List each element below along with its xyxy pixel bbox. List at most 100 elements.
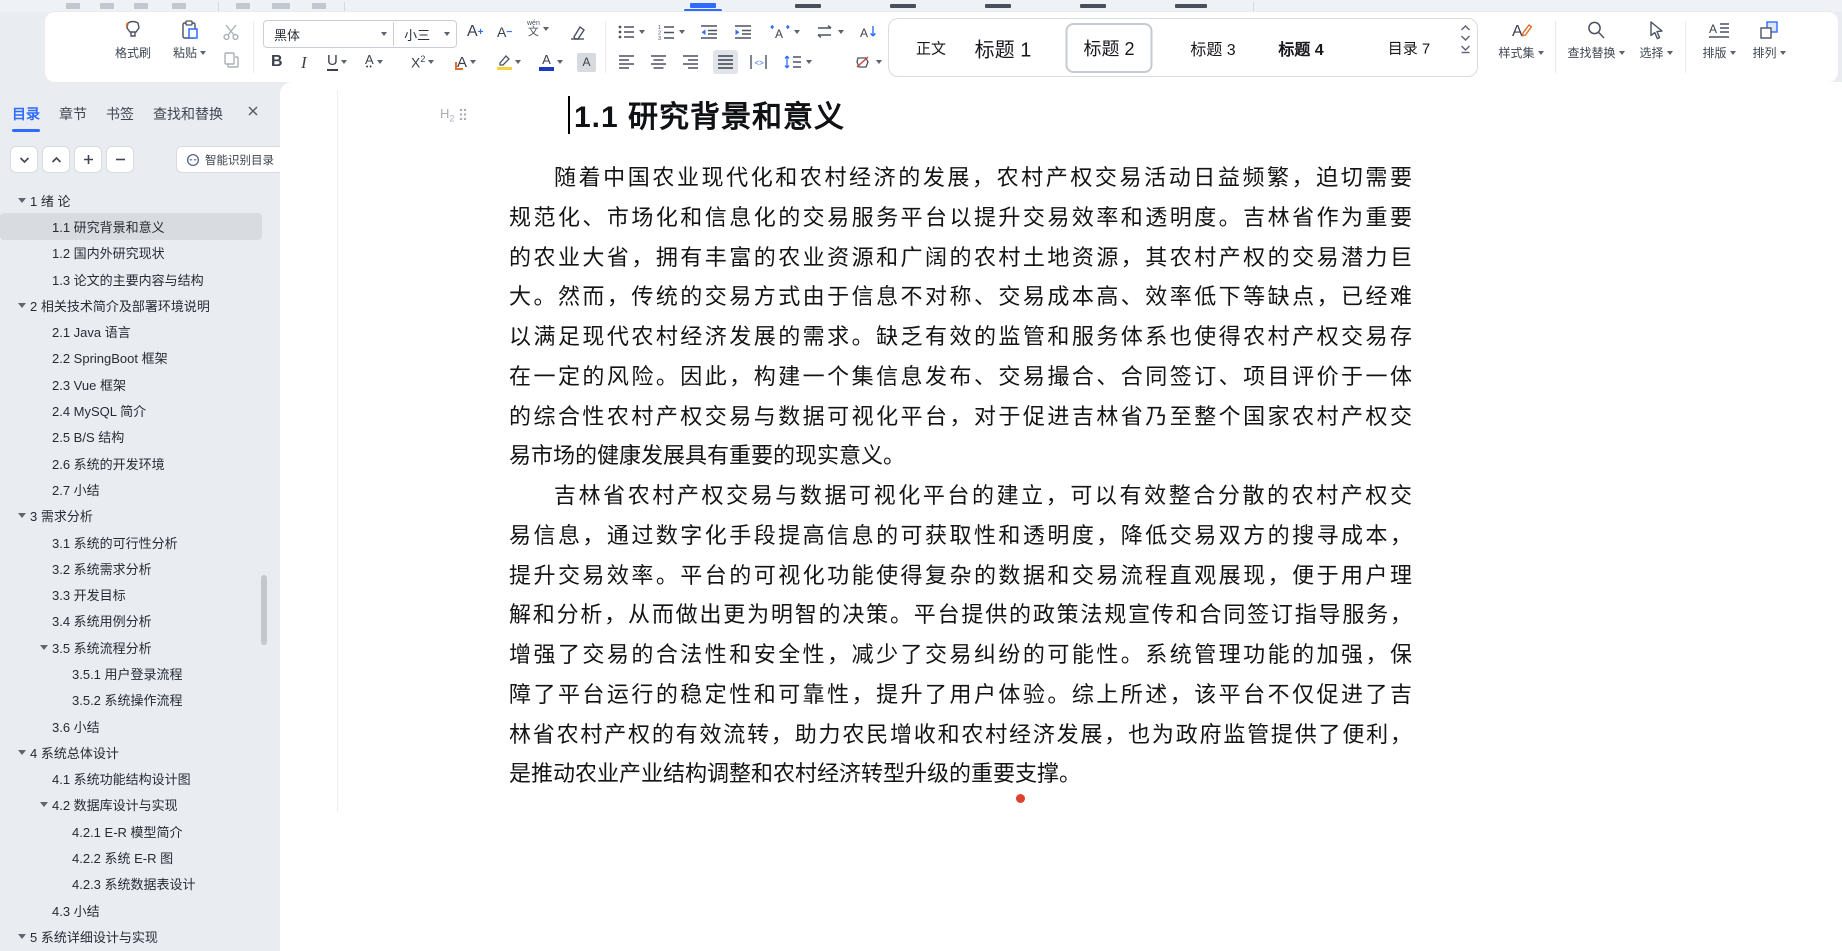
doc-line[interactable]: 在一定的风险。因此，构建一个集信息发布、交易撮合、合同签订、项目评价于一体 — [509, 357, 1412, 397]
doc-line[interactable]: 障了平台运行的稳定性和可靠性，提升了用户体验。综上所述，该平台不仅促进了吉 — [509, 675, 1412, 715]
toc-item[interactable]: 1.1 研究背景和意义 — [0, 213, 262, 240]
format-painter-button[interactable]: 格式刷 — [115, 19, 151, 61]
toc-zoom-in-button[interactable] — [74, 146, 102, 173]
toc-item[interactable]: 3.5.2 系统操作流程 — [0, 687, 272, 713]
ribbon-tab-clipped[interactable] — [1080, 4, 1106, 8]
toc-item[interactable]: 3.4 系统用例分析 — [0, 608, 272, 634]
toc-item[interactable]: 3.3 开发目标 — [0, 581, 272, 607]
decrease-indent-button[interactable] — [699, 20, 719, 44]
sidebar-close-button[interactable] — [244, 102, 262, 120]
toc-item[interactable]: 4.1 系统功能结构设计图 — [0, 766, 272, 792]
document-canvas[interactable]: H2 1.1 研究背景和意义 随着中国农业现代化和农村经济的发展，农村产权交易活… — [280, 82, 1842, 951]
doc-line[interactable]: 规范化、市场化和信息化的交易服务平台以提升交易效率和透明度。吉林省作为重要 — [509, 198, 1412, 238]
document-heading[interactable]: 1.1 研究背景和意义 — [574, 92, 845, 136]
doc-line[interactable]: 大。然而，传统的交易方式由于信息不对称、交易成本高、效率低下等缺点，已经难 — [509, 277, 1412, 317]
text-sort-button[interactable]: A — [859, 20, 879, 44]
toc-item[interactable]: 3.5 系统流程分析 — [0, 634, 272, 660]
sidebar-tab[interactable]: 章节 — [59, 104, 87, 124]
toc-item[interactable]: 5 系统详细设计与实现 — [0, 923, 272, 949]
doc-line[interactable]: 的农业大省，拥有丰富的农业资源和广阔的农村土地资源，其农村产权的交易潜力巨 — [509, 238, 1412, 278]
sidebar-tab[interactable]: 查找和替换 — [153, 104, 223, 124]
find-replace-button[interactable]: 查找替换 — [1563, 19, 1629, 61]
collapse-triangle-icon[interactable] — [14, 513, 30, 519]
chevron-down-icon[interactable] — [444, 32, 450, 36]
style-gallery-item[interactable]: 正文 — [916, 37, 946, 58]
style-gallery-item[interactable]: 目录 7 — [1388, 37, 1431, 58]
text-effects-button[interactable]: A — [455, 50, 477, 74]
italic-button[interactable]: I — [301, 50, 307, 74]
toc-item[interactable]: 4 系统总体设计 — [0, 739, 272, 765]
emphasis-dots-button[interactable]: A •• — [365, 50, 383, 74]
gallery-scroll-down-icon[interactable] — [1460, 34, 1471, 42]
toc-item[interactable]: 3.1 系统的可行性分析 — [0, 529, 272, 555]
gallery-expand-icon[interactable] — [1460, 44, 1471, 55]
doc-line[interactable]: 增强了交易的合法性和安全性，减少了交易纠纷的可能性。系统管理功能的加强，保 — [509, 635, 1412, 675]
superscript-button[interactable]: X2 — [411, 50, 435, 74]
toc-expand-all-button[interactable] — [10, 146, 38, 173]
toc-item[interactable]: 4.2 数据库设计与实现 — [0, 792, 272, 818]
toc-item[interactable]: 2.2 SpringBoot 框架 — [0, 345, 272, 371]
quick-access-icon-clipped[interactable] — [272, 3, 290, 9]
toc-item[interactable]: 4.2.2 系统 E-R 图 — [0, 844, 272, 870]
align-left-button[interactable] — [617, 50, 636, 74]
toc-item[interactable]: 2.5 B/S 结构 — [0, 424, 272, 450]
line-spacing-button[interactable] — [783, 50, 812, 74]
sidebar-tab[interactable]: 书签 — [106, 104, 134, 124]
shading-button[interactable] — [853, 50, 882, 74]
toc-item[interactable]: 3 需求分析 — [0, 503, 272, 529]
doc-line[interactable]: 林省农村产权的有效流转，助力农民增收和农村经济发展，也为政府监管提供了便利， — [509, 715, 1412, 755]
align-center-button[interactable] — [649, 50, 668, 74]
sidebar-tab[interactable]: 目录 — [12, 104, 40, 132]
collapse-triangle-icon[interactable] — [36, 802, 52, 808]
toc-item[interactable]: 2.4 MySQL 简介 — [0, 397, 272, 423]
increase-indent-button[interactable] — [733, 20, 753, 44]
toc-item[interactable]: 1.3 论文的主要内容与结构 — [0, 266, 272, 292]
toc-item[interactable]: 1.2 国内外研究现状 — [0, 240, 272, 266]
toc-item[interactable]: 4.2.3 系统数据表设计 — [0, 871, 272, 897]
doc-line[interactable]: 的综合性农村产权交易与数据可视化平台，对于促进吉林省乃至整个国家农村产权交 — [509, 397, 1412, 437]
style-set-button[interactable]: A 样式集 — [1491, 19, 1551, 61]
toc-item[interactable]: 2.6 系统的开发环境 — [0, 450, 272, 476]
ribbon-tab-clipped[interactable] — [795, 4, 821, 8]
collapse-triangle-icon[interactable] — [14, 749, 30, 755]
collapse-triangle-icon[interactable] — [14, 933, 30, 939]
doc-line[interactable]: 是推动农业产业结构调整和农村经济转型升级的重要支撑。 — [509, 754, 1412, 794]
toc-item[interactable]: 1 绪 论 — [0, 187, 272, 213]
doc-line[interactable]: 解和分析，从而做出更为明智的决策。平台提供的政策法规宣传和合同签订指导服务， — [509, 595, 1412, 635]
ribbon-tab-clipped[interactable] — [985, 4, 1011, 8]
character-shading-button[interactable]: A — [577, 50, 596, 74]
bullet-list-button[interactable] — [617, 20, 645, 44]
quick-access-icon-clipped[interactable] — [100, 3, 114, 9]
chevron-down-icon[interactable] — [381, 32, 388, 36]
paste-button[interactable]: 粘贴 — [173, 19, 207, 61]
sidebar-scrollbar-thumb[interactable] — [261, 575, 267, 645]
typeset-button[interactable]: A 排版 — [1695, 19, 1743, 61]
doc-line[interactable]: 随着中国农业现代化和农村经济的发展，农村产权交易活动日益频繁，迫切需要 — [509, 158, 1412, 198]
align-right-button[interactable] — [681, 50, 700, 74]
character-scale-button[interactable]: A — [769, 20, 800, 44]
toc-item[interactable]: 2.1 Java 语言 — [0, 318, 272, 344]
toc-item[interactable]: 4.2.1 E-R 模型简介 — [0, 818, 272, 844]
ribbon-tab-clipped[interactable] — [890, 4, 916, 8]
toc-item[interactable]: 3.2 系统需求分析 — [0, 555, 272, 581]
increase-font-size-button[interactable]: A + — [467, 20, 484, 44]
toc-item[interactable]: 2.3 Vue 框架 — [0, 371, 272, 397]
quick-access-icon-clipped[interactable] — [172, 3, 186, 9]
gallery-scroll-up-icon[interactable] — [1460, 24, 1471, 32]
doc-line[interactable]: 提升交易效率。平台的可视化功能使得复杂的数据和交易流程直观展现，便于用户理 — [509, 556, 1412, 596]
style-gallery-item[interactable]: 标题 1 — [975, 33, 1032, 62]
collapse-triangle-icon[interactable] — [14, 302, 30, 308]
quick-access-icon-clipped[interactable] — [66, 3, 80, 9]
doc-line[interactable]: 吉林省农村产权交易与数据可视化平台的建立，可以有效整合分散的农村产权交 — [509, 476, 1412, 516]
style-gallery-item[interactable]: 标题 4 — [1278, 36, 1323, 60]
heading-level-marker[interactable]: H2 — [440, 106, 467, 124]
quick-access-icon-clipped[interactable] — [134, 3, 148, 9]
clear-format-button[interactable] — [567, 20, 587, 44]
document-body[interactable]: 随着中国农业现代化和农村经济的发展，农村产权交易活动日益频繁，迫切需要 规范化、市… — [509, 158, 1412, 794]
doc-line[interactable]: 易信息，通过数字化手段提高信息的可获取性和透明度，降低交易双方的搜寻成本， — [509, 516, 1412, 556]
cut-button[interactable] — [221, 20, 241, 44]
font-size-select[interactable]: 小三 — [394, 25, 441, 44]
toc-item[interactable]: 4.3 小结 — [0, 897, 272, 923]
font-name-select[interactable]: 黑体 — [264, 25, 378, 44]
copy-button[interactable] — [221, 48, 241, 72]
